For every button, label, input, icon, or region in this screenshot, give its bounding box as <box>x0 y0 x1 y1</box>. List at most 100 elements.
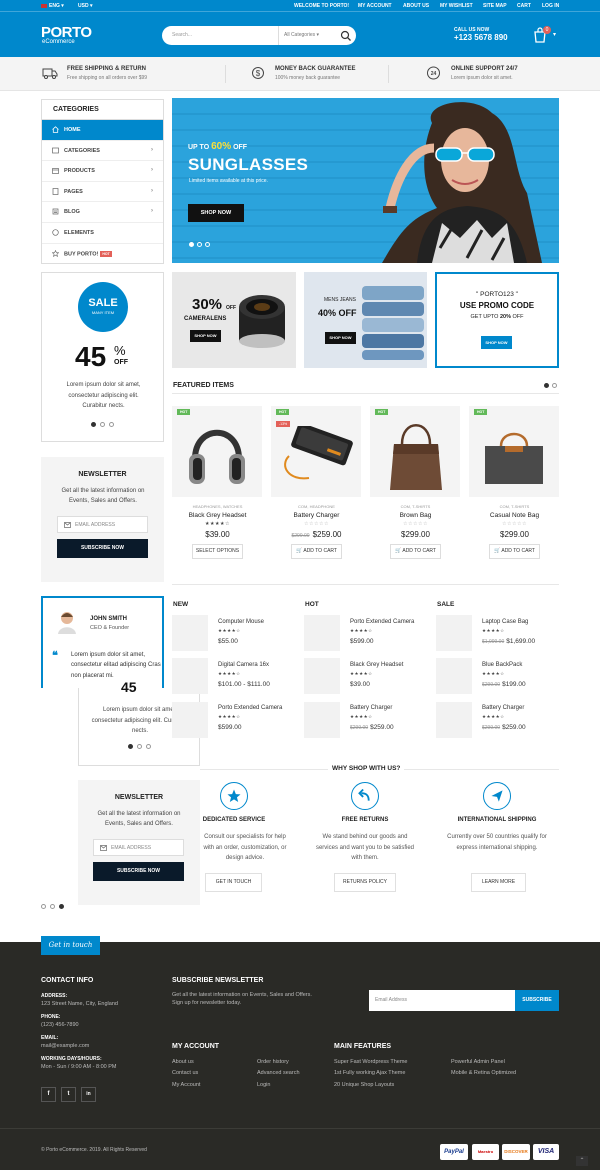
twitter-icon[interactable]: t <box>61 1087 76 1102</box>
list-item-thumb[interactable] <box>436 658 472 694</box>
product-card[interactable]: HOT -13% COM, HEADPHONE Battery Charger … <box>271 406 362 566</box>
slider-dot-1[interactable] <box>189 242 194 247</box>
product-category[interactable]: COM, T-SHIRTS <box>370 504 461 509</box>
product-name[interactable]: Brown Bag <box>370 512 461 519</box>
add-to-cart-button[interactable]: 🛒 ADD TO CART <box>489 544 540 559</box>
linkedin-icon[interactable]: in <box>81 1087 96 1102</box>
promo-cameralens[interactable]: 30% OFF CAMERALENS SHOP NOW <box>172 272 296 368</box>
product-category[interactable]: COM, T-SHIRTS <box>469 504 560 509</box>
feature-link[interactable]: Super Fast Wordpress Theme <box>334 1059 407 1065</box>
footer-link-orders[interactable]: Order history <box>257 1059 289 1065</box>
list-item-thumb[interactable] <box>172 702 208 738</box>
product-category[interactable]: COM, HEADPHONE <box>271 504 362 509</box>
search-category-select[interactable]: All Categories ▾ <box>278 26 336 45</box>
sale-dot-2[interactable] <box>100 422 105 427</box>
banner-shop-now-button[interactable]: SHOP NOW <box>188 204 244 222</box>
promo-code-button[interactable]: SHOP NOW <box>481 336 512 349</box>
slider-dot-3[interactable] <box>205 242 210 247</box>
list-item-name[interactable]: Digital Camera 16x <box>218 662 269 668</box>
sale2-dot-2[interactable] <box>137 744 142 749</box>
promo-cameralens-button[interactable]: SHOP NOW <box>190 330 221 342</box>
list-item-thumb[interactable] <box>436 702 472 738</box>
list-item-thumb[interactable] <box>304 658 340 694</box>
newsletter-email-input[interactable]: EMAIL ADDRESS <box>93 839 184 856</box>
footer-subscribe-button[interactable]: SUBSCRIBE <box>515 990 559 1011</box>
learn-more-button[interactable]: LEARN MORE <box>471 873 526 892</box>
add-to-cart-button[interactable]: 🛒 ADD TO CART <box>291 544 342 559</box>
list-item-thumb[interactable] <box>172 658 208 694</box>
footer-link-search[interactable]: Advanced search <box>257 1070 300 1076</box>
get-in-touch-tab[interactable]: Get in touch <box>41 936 100 955</box>
get-in-touch-button[interactable]: GET IN TOUCH <box>205 873 262 892</box>
product-image[interactable] <box>469 406 559 497</box>
footer-link-about[interactable]: About us <box>172 1059 194 1065</box>
page-dot-2[interactable] <box>50 904 55 909</box>
product-category[interactable]: HEADPHONES, WATCHES <box>172 504 263 509</box>
newsletter-email-input[interactable]: EMAIL ADDRESS <box>57 516 148 533</box>
footer-email-input[interactable]: Email Address <box>369 990 515 1011</box>
footer-link-login[interactable]: Login <box>257 1082 270 1088</box>
select-options-button[interactable]: SELECT OPTIONS <box>192 544 243 559</box>
email-value[interactable]: mail@example.com <box>41 1043 89 1049</box>
feature-link[interactable]: 1st Fully working Ajax Theme <box>334 1070 405 1076</box>
featured-dot-1[interactable] <box>544 383 549 388</box>
promo-jeans-button[interactable]: SHOP NOW <box>325 332 356 344</box>
sale-dot-1[interactable] <box>91 422 96 427</box>
sidebar-item-categories[interactable]: CATEGORIES › <box>42 141 163 162</box>
add-to-cart-button[interactable]: 🛒 ADD TO CART <box>390 544 441 559</box>
footer-link-account[interactable]: My Account <box>172 1082 200 1088</box>
list-item-thumb[interactable] <box>436 615 472 651</box>
link-login[interactable]: LOG IN <box>542 3 559 9</box>
list-item-name[interactable]: Blue BackPack <box>482 662 522 668</box>
product-card[interactable]: HOT COM, T-SHIRTS Brown Bag ☆☆☆☆☆ $299.0… <box>370 406 461 566</box>
link-site-map[interactable]: SITE MAP <box>483 3 507 9</box>
product-image[interactable] <box>271 406 361 497</box>
product-card[interactable]: HOT COM, T-SHIRTS Casual Note Bag ☆☆☆☆☆ … <box>469 406 560 566</box>
list-item-thumb[interactable] <box>172 615 208 651</box>
sidebar-item-products[interactable]: PRODUCTS › <box>42 161 163 182</box>
product-image[interactable] <box>370 406 460 497</box>
feature-link[interactable]: Mobile & Retina Optimized <box>451 1070 516 1076</box>
search-icon[interactable] <box>340 30 352 42</box>
sidebar-item-buy-porto[interactable]: BUY PORTO! HOT <box>42 244 163 265</box>
facebook-icon[interactable]: f <box>41 1087 56 1102</box>
link-about-us[interactable]: ABOUT US <box>403 3 429 9</box>
product-name[interactable]: Black Grey Headset <box>172 512 263 519</box>
list-item-name[interactable]: Laptop Case Bag <box>482 619 528 625</box>
product-name[interactable]: Casual Note Bag <box>469 512 560 519</box>
featured-dot-2[interactable] <box>552 383 557 388</box>
product-card[interactable]: HOT HEADPHONES, WATCHES Black Grey Heads… <box>172 406 263 566</box>
sidebar-item-blog[interactable]: BLOG › <box>42 202 163 223</box>
cart-chevron-icon[interactable]: ▾ <box>553 31 556 38</box>
list-item-name[interactable]: Battery Charger <box>482 705 524 711</box>
footer-link-contact[interactable]: Contact us <box>172 1070 198 1076</box>
list-item-thumb[interactable] <box>304 615 340 651</box>
hero-banner[interactable]: UP TO 60% OFF SUNGLASSES Limited items a… <box>172 98 559 263</box>
sale2-dot-3[interactable] <box>146 744 151 749</box>
language-select[interactable]: ENG ▾ <box>41 3 64 9</box>
sidebar-item-pages[interactable]: PAGES › <box>42 182 163 203</box>
slider-dot-2[interactable] <box>197 242 202 247</box>
scroll-top-button[interactable]: ⌃ <box>576 1156 588 1166</box>
list-item-name[interactable]: Computer Mouse <box>218 619 264 625</box>
sale2-dot-1[interactable] <box>128 744 133 749</box>
link-cart[interactable]: CART <box>517 3 531 9</box>
link-my-account[interactable]: MY ACCOUNT <box>358 3 392 9</box>
search-input[interactable]: Search... <box>172 32 192 38</box>
page-dot-1[interactable] <box>41 904 46 909</box>
feature-link[interactable]: Powerful Admin Panel <box>451 1059 505 1065</box>
newsletter-subscribe-button[interactable]: SUBSCRIBE NOW <box>57 539 148 558</box>
link-wishlist[interactable]: MY WISHLIST <box>440 3 473 9</box>
sale-dot-3[interactable] <box>109 422 114 427</box>
newsletter-subscribe-button[interactable]: SUBSCRIBE NOW <box>93 862 184 881</box>
promo-code-box[interactable]: " PORTO123 " USE PROMO CODE GET UPTO 20%… <box>435 272 559 368</box>
returns-policy-button[interactable]: RETURNS POLICY <box>334 873 396 892</box>
feature-link[interactable]: 20 Unique Shop Layouts <box>334 1082 394 1088</box>
page-dot-3[interactable] <box>59 904 64 909</box>
list-item-name[interactable]: Battery Charger <box>350 705 392 711</box>
list-item-name[interactable]: Black Grey Headset <box>350 662 403 668</box>
list-item-thumb[interactable] <box>304 702 340 738</box>
currency-select[interactable]: USD ▾ <box>78 3 92 9</box>
sidebar-item-home[interactable]: HOME <box>42 120 163 141</box>
list-item-name[interactable]: Porto Extended Camera <box>218 705 282 711</box>
